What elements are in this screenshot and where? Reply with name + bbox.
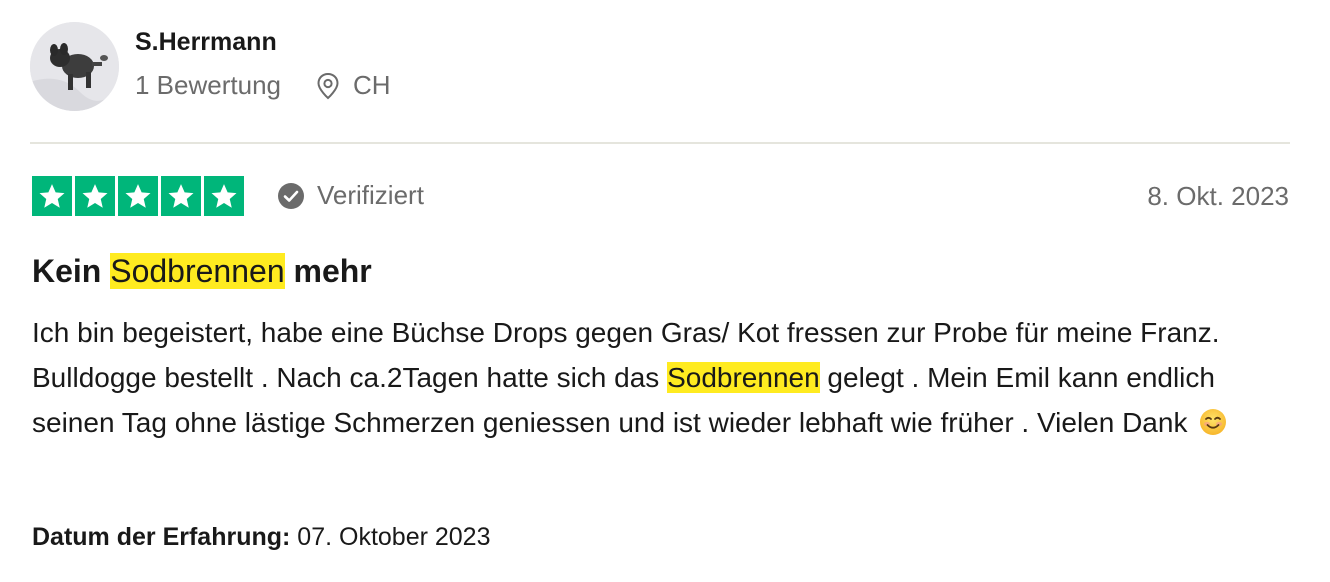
experience-date: Datum der Erfahrung: 07. Oktober 2023 bbox=[32, 523, 491, 552]
check-circle-icon bbox=[277, 182, 305, 210]
verified-badge[interactable]: Verifiziert bbox=[277, 180, 424, 211]
experience-label: Datum der Erfahrung: bbox=[32, 523, 291, 551]
star-icon bbox=[32, 176, 72, 216]
body-highlight: Sodbrennen bbox=[667, 362, 820, 393]
dog-avatar-photo bbox=[30, 22, 119, 111]
title-highlight: Sodbrennen bbox=[110, 253, 285, 289]
review-date: 8. Okt. 2023 bbox=[1147, 181, 1289, 211]
reviewer-country: CH bbox=[352, 70, 391, 100]
star-icon bbox=[204, 176, 244, 216]
smiling-face-emoji-icon bbox=[1199, 404, 1227, 449]
reviewer-meta: 1 Bewertung CH bbox=[135, 70, 391, 101]
review-title[interactable]: Kein Sodbrennen mehr bbox=[32, 250, 372, 292]
reviewer-name[interactable]: S.Herrmann bbox=[135, 28, 277, 57]
experience-value: 07. Oktober 2023 bbox=[290, 523, 491, 551]
star-rating bbox=[32, 176, 244, 216]
location-pin-icon bbox=[315, 72, 341, 100]
title-prefix: Kein bbox=[32, 253, 111, 289]
avatar[interactable] bbox=[30, 22, 119, 111]
verified-label: Verifiziert bbox=[317, 180, 424, 210]
divider bbox=[30, 142, 1290, 144]
review-count: 1 Bewertung bbox=[135, 70, 281, 100]
star-icon bbox=[118, 176, 158, 216]
title-suffix: mehr bbox=[284, 253, 372, 289]
star-icon bbox=[161, 176, 201, 216]
review-body: Ich bin begeistert, habe eine Büchse Dro… bbox=[32, 310, 1294, 449]
star-icon bbox=[75, 176, 115, 216]
